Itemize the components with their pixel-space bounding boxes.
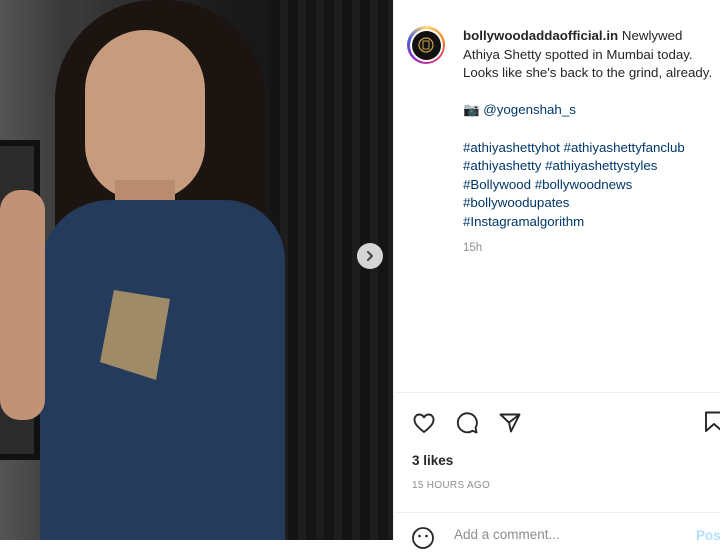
crest-logo-icon [418, 37, 434, 53]
like-button[interactable] [411, 410, 437, 436]
avatar-logo [411, 30, 441, 60]
avatar[interactable] [407, 26, 445, 64]
hashtag-link[interactable]: #Instagramalgorithm [463, 214, 584, 229]
photo-curtain [270, 0, 393, 540]
photo-shirt [40, 200, 285, 540]
share-icon [499, 413, 521, 433]
comment-icon [456, 412, 478, 434]
hashtag-link[interactable]: #bollywoodnews [535, 177, 633, 192]
likes-count[interactable]: 3 likes [412, 453, 453, 468]
hashtag-link[interactable]: #athiyashettyfanclub [564, 140, 685, 155]
avatar-ring-inner [409, 28, 443, 62]
post-time-ago[interactable]: 15 HOURS AGO [412, 480, 490, 491]
hashtags: #athiyashettyhot #athiyashettyfanclub #a… [463, 139, 713, 232]
chevron-right-icon [367, 251, 373, 261]
hashtag-link[interactable]: #athiyashetty [463, 158, 541, 173]
post-caption: bollywoodaddaofficial.in Newlywed Athiya… [463, 27, 713, 257]
mention-link[interactable]: @yogenshah_s [483, 102, 576, 117]
bookmark-icon [705, 411, 720, 432]
hashtag-link[interactable]: #Bollywood [463, 177, 531, 192]
emoji-icon[interactable] [411, 526, 435, 550]
photo-arm [0, 190, 45, 420]
post-side-panel: bollywoodaddaofficial.in Newlywed Athiya… [393, 0, 720, 549]
comment-bar: Post [394, 512, 720, 553]
caption-text: bollywoodaddaofficial.in Newlywed Athiya… [463, 27, 713, 83]
comment-button[interactable] [454, 410, 480, 436]
post-comment-button[interactable]: Post [696, 528, 720, 543]
post-actions [411, 410, 523, 436]
divider [394, 392, 720, 393]
share-button[interactable] [497, 410, 523, 436]
save-button[interactable] [702, 410, 720, 436]
photo-face [85, 30, 205, 200]
post-photo[interactable] [0, 0, 393, 540]
hashtag-link[interactable]: #athiyashettystyles [545, 158, 657, 173]
photo-credit-line: 📷 @yogenshah_s [463, 101, 713, 120]
hashtag-link[interactable]: #bollywoodupates [463, 195, 569, 210]
heart-icon [413, 413, 435, 433]
caption-timestamp[interactable]: 15h [463, 239, 713, 258]
camera-icon: 📷 [463, 102, 480, 118]
username-link[interactable]: bollywoodaddaofficial.in [463, 28, 618, 43]
carousel-next-button[interactable] [357, 243, 383, 269]
hashtag-link[interactable]: #athiyashettyhot [463, 140, 560, 155]
